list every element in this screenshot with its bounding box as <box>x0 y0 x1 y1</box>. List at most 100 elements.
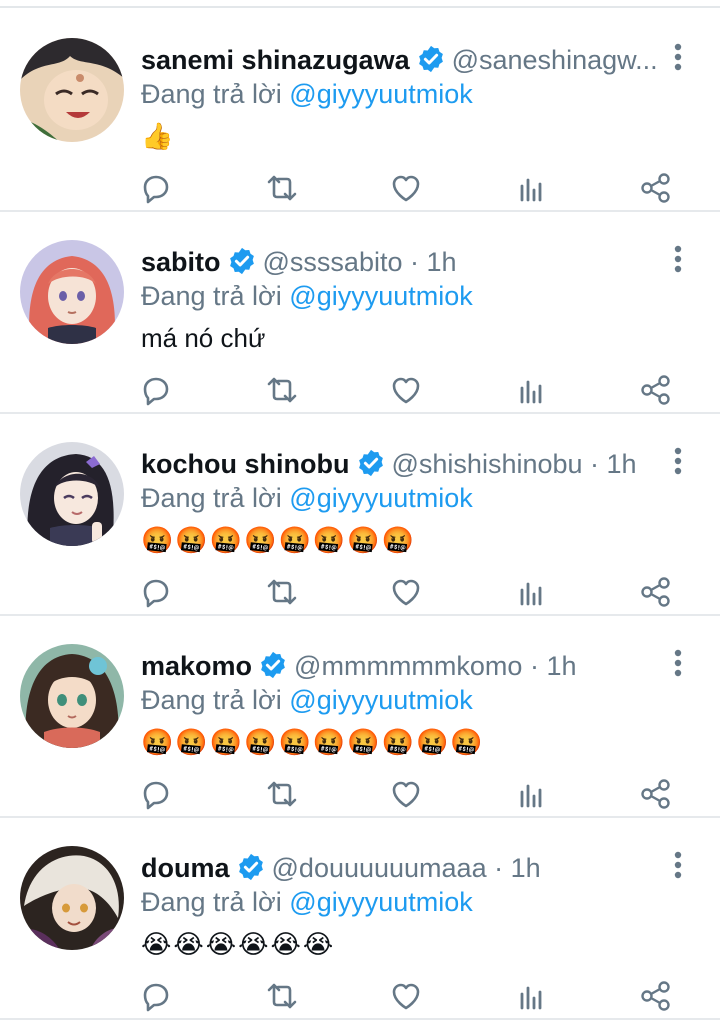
analytics-button[interactable] <box>514 170 550 206</box>
replying-to: Đang trả lời @giyyyuutmiok <box>141 74 473 114</box>
reply-button[interactable] <box>138 372 174 408</box>
retweet-icon <box>267 579 297 605</box>
avatar[interactable] <box>20 644 124 748</box>
analytics-button[interactable] <box>514 978 550 1014</box>
like-button[interactable] <box>388 776 424 812</box>
tweet-text-content: 👍 <box>141 121 176 151</box>
bar-chart-icon <box>520 178 542 202</box>
heart-icon <box>392 781 420 808</box>
heart-icon <box>392 579 420 606</box>
more-options-icon[interactable] <box>672 850 684 880</box>
more-options-icon[interactable] <box>672 42 684 72</box>
tweet[interactable]: kochou shinobu @shishishinobu · 1h Đang t… <box>0 414 720 616</box>
retweet-icon <box>267 175 297 201</box>
tweet[interactable]: sabito @ssssabito · 1h Đang trả lời @giyy… <box>0 212 720 414</box>
bar-chart-icon <box>520 582 542 606</box>
share-icon <box>641 577 670 607</box>
separator-dot: · <box>486 853 511 883</box>
user-handle[interactable]: @shishishinobu <box>392 449 583 479</box>
more-options-icon[interactable] <box>672 446 684 476</box>
reply-icon <box>143 781 169 810</box>
analytics-button[interactable] <box>514 776 550 812</box>
action-bar <box>138 170 674 206</box>
action-bar <box>138 776 674 812</box>
mention-link[interactable]: @giyyyuutmiok <box>289 79 472 109</box>
replying-to: Đang trả lời @giyyyuutmiok <box>141 680 473 720</box>
tweet[interactable]: sanemi shinazugawa @saneshinagw... Đang t… <box>0 10 720 212</box>
like-button[interactable] <box>388 574 424 610</box>
timestamp[interactable]: 1h <box>607 449 637 479</box>
anime-avatar-douma-icon <box>20 846 124 950</box>
avatar[interactable] <box>20 240 124 344</box>
display-name[interactable]: makomo <box>141 651 252 681</box>
action-bar <box>138 372 674 408</box>
display-name[interactable]: kochou shinobu <box>141 449 350 479</box>
replying-to-label: Đang trả lời <box>141 887 282 917</box>
retweet-icon <box>267 781 297 807</box>
share-icon <box>641 981 670 1011</box>
share-icon <box>641 375 670 405</box>
heart-icon <box>392 377 420 404</box>
retweet-button[interactable] <box>264 978 300 1014</box>
verified-badge-icon <box>261 651 285 679</box>
timestamp[interactable]: 1h <box>546 651 576 681</box>
user-handle[interactable]: @douuuuuumaaa <box>272 853 487 883</box>
analytics-button[interactable] <box>514 372 550 408</box>
user-handle[interactable]: @mmmmmmkomo <box>294 651 522 681</box>
tweet-text-content: má nó chứ <box>141 323 266 353</box>
reply-button[interactable] <box>138 170 174 206</box>
mention-link[interactable]: @giyyyuutmiok <box>289 281 472 311</box>
avatar[interactable] <box>20 38 124 142</box>
tweet[interactable]: makomo @mmmmmmkomo · 1h Đang trả lời @giy… <box>0 616 720 818</box>
more-options-icon[interactable] <box>672 244 684 274</box>
verified-badge-icon <box>238 853 263 881</box>
retweet-button[interactable] <box>264 170 300 206</box>
mention-link[interactable]: @giyyyuutmiok <box>289 483 472 513</box>
analytics-button[interactable] <box>514 574 550 610</box>
avatar[interactable] <box>20 846 124 950</box>
reply-icon <box>143 175 169 204</box>
tweet[interactable]: douma @douuuuuumaaa · 1h Đang trả lời @gi… <box>0 818 720 1020</box>
timestamp[interactable]: 1h <box>426 247 456 277</box>
user-handle[interactable]: @ssssabito <box>263 247 403 277</box>
user-handle[interactable]: @saneshinagw... <box>452 45 658 75</box>
share-button[interactable] <box>638 574 674 610</box>
tweet-text: 😭😭😭😭😭😭 <box>141 924 335 964</box>
like-button[interactable] <box>388 978 424 1014</box>
reply-button[interactable] <box>138 776 174 812</box>
reply-icon <box>143 377 169 406</box>
avatar[interactable] <box>20 442 124 546</box>
like-button[interactable] <box>388 372 424 408</box>
verified-badge-icon <box>418 45 443 73</box>
retweet-button[interactable] <box>264 574 300 610</box>
retweet-button[interactable] <box>264 776 300 812</box>
mention-link[interactable]: @giyyyuutmiok <box>289 887 472 917</box>
replying-to: Đang trả lời @giyyyuutmiok <box>141 882 473 922</box>
replying-to-label: Đang trả lời <box>141 685 282 715</box>
retweet-button[interactable] <box>264 372 300 408</box>
reply-button[interactable] <box>138 978 174 1014</box>
mention-link[interactable]: @giyyyuutmiok <box>289 685 472 715</box>
display-name[interactable]: sanemi shinazugawa <box>141 45 410 75</box>
replying-to-label: Đang trả lời <box>141 79 282 109</box>
share-button[interactable] <box>638 776 674 812</box>
retweet-icon <box>267 377 297 403</box>
share-button[interactable] <box>638 978 674 1014</box>
anime-avatar-sabito-icon <box>20 240 124 344</box>
top-divider <box>0 6 720 8</box>
heart-icon <box>392 983 420 1010</box>
tweet-text-content: 🤬🤬🤬🤬🤬🤬🤬🤬 <box>141 525 416 555</box>
like-button[interactable] <box>388 170 424 206</box>
share-button[interactable] <box>638 170 674 206</box>
timestamp[interactable]: 1h <box>511 853 541 883</box>
tweet-text: 🤬🤬🤬🤬🤬🤬🤬🤬🤬🤬 <box>141 722 485 762</box>
reply-icon <box>143 579 169 608</box>
share-button[interactable] <box>638 372 674 408</box>
tweet-text-content: 🤬🤬🤬🤬🤬🤬🤬🤬🤬🤬 <box>141 727 485 757</box>
more-options-icon[interactable] <box>672 648 684 678</box>
display-name[interactable]: douma <box>141 853 230 883</box>
display-name[interactable]: sabito <box>141 247 221 277</box>
separator-dot: · <box>402 247 427 277</box>
reply-button[interactable] <box>138 574 174 610</box>
action-bar <box>138 574 674 610</box>
